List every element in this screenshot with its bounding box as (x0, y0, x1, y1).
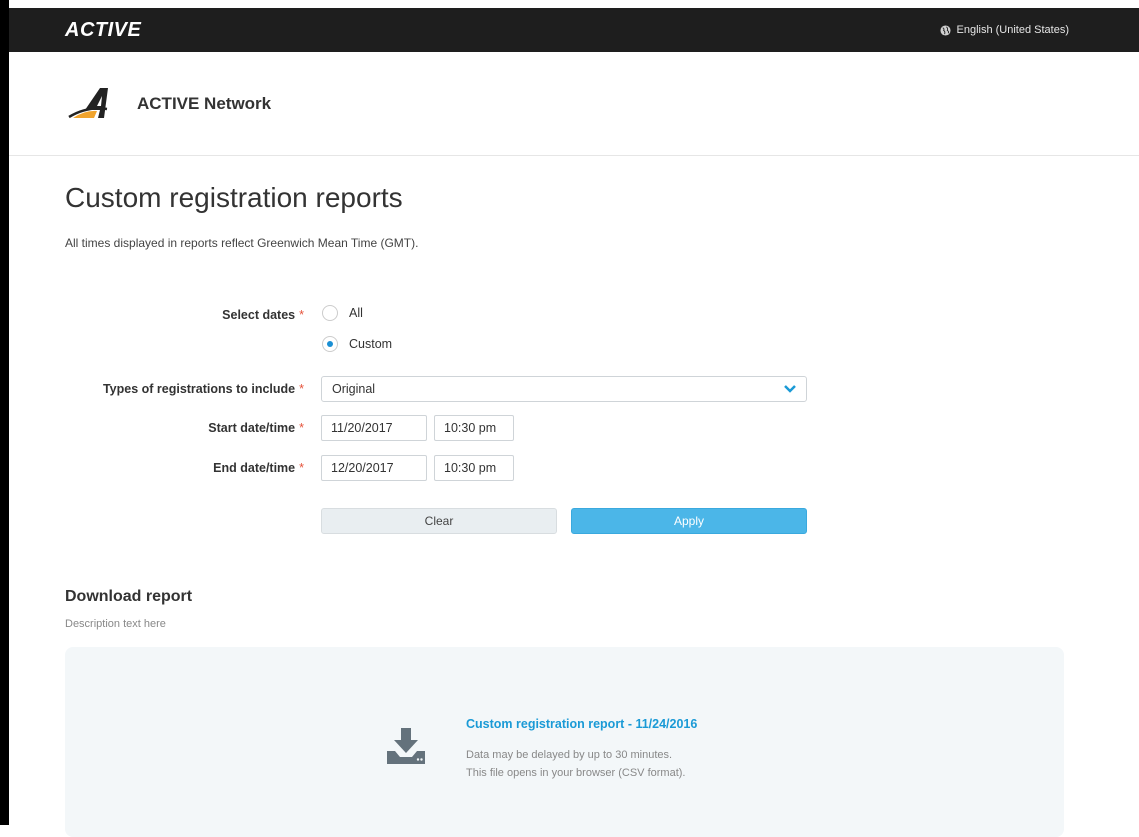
top-navigation-bar: ACTIVE English (United States) (9, 8, 1139, 52)
window-edge (0, 0, 9, 825)
required-marker: * (299, 382, 304, 396)
active-logo-text[interactable]: ACTIVE (65, 19, 141, 42)
report-delay-note: Data may be delayed by up to 30 minutes. (466, 749, 673, 761)
required-marker: * (299, 461, 304, 475)
start-datetime-label-text: Start date/time (208, 421, 296, 435)
download-panel (65, 647, 1064, 837)
radio-selected-dot (327, 341, 333, 347)
end-time-input[interactable] (434, 455, 514, 481)
download-icon[interactable] (386, 727, 426, 765)
registration-types-label: Types of registrations to include * (103, 382, 304, 396)
radio-custom-label: Custom (349, 337, 393, 351)
radio-option-custom[interactable]: Custom (322, 336, 392, 352)
top-strip (0, 0, 1139, 8)
select-dates-label: Select dates * (222, 308, 304, 322)
radio-all-label: All (349, 306, 363, 320)
radio-custom[interactable] (322, 336, 338, 352)
required-marker: * (299, 308, 304, 322)
end-date-input[interactable] (321, 455, 427, 481)
globe-icon (939, 24, 951, 36)
brand-header: ACTIVE Network (9, 52, 1139, 156)
chevron-down-icon (784, 385, 796, 393)
registration-types-value: Original (332, 382, 376, 396)
report-format-note: This file opens in your browser (CSV for… (466, 767, 686, 779)
start-time-input[interactable] (434, 415, 514, 441)
required-marker: * (299, 421, 304, 435)
end-datetime-label-text: End date/time (213, 461, 296, 475)
language-label: English (United States) (956, 24, 1070, 36)
start-datetime-label: Start date/time * (208, 421, 304, 435)
organization-name: ACTIVE Network (137, 93, 272, 113)
download-section-description: Description text here (65, 618, 166, 630)
registration-types-label-text: Types of registrations to include (102, 382, 296, 396)
clear-button[interactable]: Clear (321, 508, 557, 534)
active-a-logo-icon (68, 87, 108, 118)
select-dates-label-text: Select dates (222, 308, 296, 322)
radio-all[interactable] (322, 305, 338, 321)
start-date-input[interactable] (321, 415, 427, 441)
registration-types-select[interactable]: Original (321, 376, 807, 402)
page-title: Custom registration reports (65, 182, 403, 213)
apply-button[interactable]: Apply (571, 508, 807, 534)
report-download-link[interactable]: Custom registration report - 11/24/2016 (466, 717, 697, 731)
page-subtitle: All times displayed in reports reflect G… (65, 236, 419, 250)
radio-option-all[interactable]: All (322, 305, 363, 321)
end-datetime-label: End date/time * (213, 461, 304, 475)
language-selector[interactable]: English (United States) (939, 24, 1070, 36)
download-section-title: Download report (65, 588, 193, 605)
